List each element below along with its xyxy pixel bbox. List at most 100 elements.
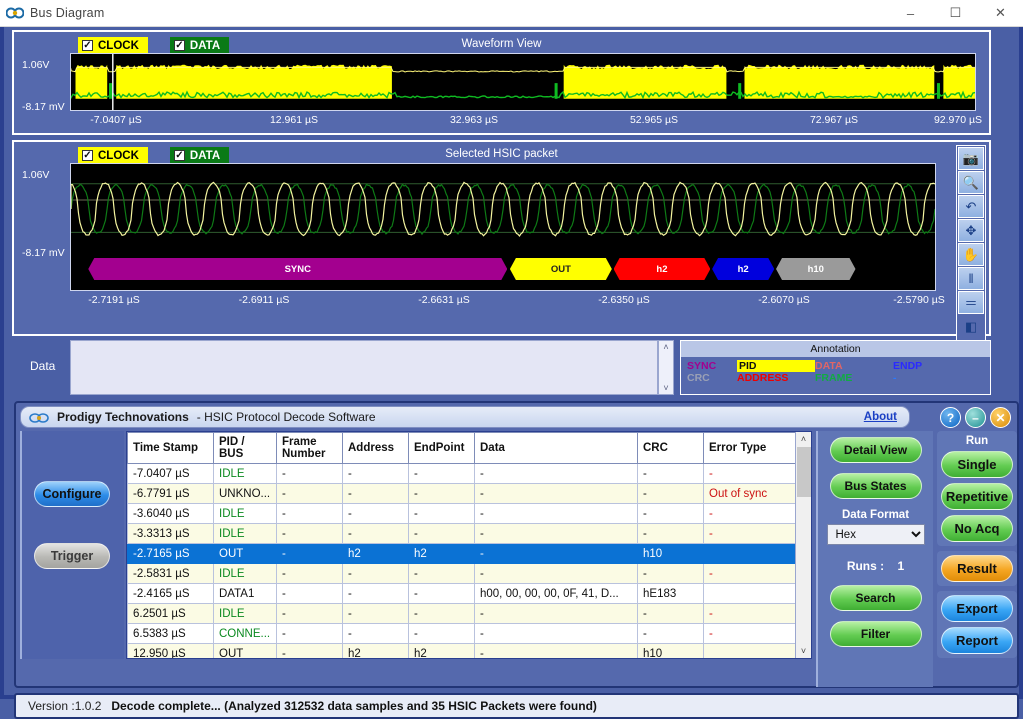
clock-channel-checkbox[interactable]: ✓ CLOCK — [78, 37, 148, 54]
packet-block-sync[interactable]: SYNC — [88, 258, 507, 280]
cell-pid-bus: IDLE — [214, 524, 277, 544]
run-group: Run Single Repetitive No Acq — [937, 431, 1017, 546]
export-button[interactable]: Export — [941, 595, 1013, 622]
cell-pid-bus: IDLE — [214, 604, 277, 624]
column-header-4[interactable]: EndPoint — [409, 433, 475, 464]
table-row[interactable]: -7.0407 µSIDLE------ — [128, 464, 797, 484]
table-row[interactable]: 6.2501 µSIDLE------ — [128, 604, 797, 624]
middle-control-column: Detail View Bus States Data Format Hex R… — [816, 431, 933, 687]
no-acq-button[interactable]: No Acq — [941, 515, 1013, 542]
cell-address: h2 — [343, 544, 409, 564]
table-row[interactable]: -2.7165 µSOUT-h2h2-h10 — [128, 544, 797, 564]
configure-button[interactable]: Configure — [34, 481, 110, 507]
data-scroll-up-arrow[interactable]: ˄ — [663, 341, 668, 353]
packet-block-out[interactable]: OUT — [510, 258, 612, 280]
trigger-button[interactable]: Trigger — [34, 543, 110, 569]
cell-crc: - — [638, 504, 704, 524]
cell-time-stamp: -2.4165 µS — [128, 584, 214, 604]
detail-view-button[interactable]: Detail View — [830, 437, 922, 463]
column-header-1[interactable]: PID / BUS — [214, 433, 277, 464]
cell-error-type: - — [704, 524, 797, 544]
table-row[interactable]: -3.3313 µSIDLE------ — [128, 524, 797, 544]
clock-checkbox-mark[interactable]: ✓ — [82, 40, 93, 51]
data-field-value[interactable] — [70, 340, 658, 395]
cell-address: - — [343, 604, 409, 624]
packet-annotation-row: SYNCOUTh2h2h10 — [71, 258, 935, 282]
repetitive-run-button[interactable]: Repetitive — [941, 483, 1013, 510]
help-button[interactable]: ? — [940, 407, 961, 428]
waveform-plot[interactable] — [70, 53, 976, 111]
legend-data: DATA — [815, 360, 893, 372]
packet-table: Time StampPID / BUSFrame NumberAddressEn… — [127, 432, 797, 659]
zoom-icon[interactable]: 🔍 — [958, 171, 984, 194]
table-header-row: Time StampPID / BUSFrame NumberAddressEn… — [128, 433, 797, 464]
column-header-6[interactable]: CRC — [638, 433, 704, 464]
runs-label: Runs : — [847, 559, 884, 573]
camera-icon[interactable]: 📷 — [958, 147, 984, 170]
table-scroll-thumb[interactable] — [797, 447, 811, 497]
packet-block-h10[interactable]: h10 — [776, 258, 855, 280]
data-format-select[interactable]: Hex — [827, 524, 925, 545]
selected-clock-checkbox-mark[interactable]: ✓ — [82, 150, 93, 161]
table-row[interactable]: 12.950 µSOUT-h2h2-h10 — [128, 644, 797, 660]
selected-packet-plot[interactable]: SYNCOUTh2h2h10 — [70, 163, 936, 291]
decode-minimize-button[interactable]: – — [965, 407, 986, 428]
close-button[interactable]: ✕ — [978, 0, 1023, 27]
data-scroll-down-arrow[interactable]: ˅ — [663, 382, 668, 394]
table-row[interactable]: -6.7791 µSUNKNO...-----Out of sync — [128, 484, 797, 504]
cell-frame-number: - — [277, 464, 343, 484]
legend-crc: CRC — [687, 372, 737, 384]
data-channel-checkbox[interactable]: ✓ DATA — [170, 37, 229, 54]
cell-address: - — [343, 564, 409, 584]
packet-table-container[interactable]: Time StampPID / BUSFrame NumberAddressEn… — [126, 431, 812, 659]
cell-time-stamp: -2.5831 µS — [128, 564, 214, 584]
cell-data: - — [475, 644, 638, 660]
palette-icon[interactable]: ◧ — [958, 315, 984, 338]
waveform-view-panel: ✓ CLOCK ✓ DATA Waveform View 1.06V -8.17… — [12, 30, 991, 135]
cell-error-type — [704, 544, 797, 564]
column-header-5[interactable]: Data — [475, 433, 638, 464]
table-row[interactable]: -2.5831 µSIDLE------ — [128, 564, 797, 584]
plot-toolbar: 📷🔍↶✥✋‖＝◧ — [956, 145, 986, 341]
selected-data-checkbox-mark[interactable]: ✓ — [174, 150, 185, 161]
column-header-7[interactable]: Error Type — [704, 433, 797, 464]
packet-block-h2[interactable]: h2 — [614, 258, 711, 280]
single-run-button[interactable]: Single — [941, 451, 1013, 478]
result-button[interactable]: Result — [941, 555, 1013, 582]
column-header-0[interactable]: Time Stamp — [128, 433, 214, 464]
packet-block-h2[interactable]: h2 — [712, 258, 774, 280]
search-button[interactable]: Search — [830, 585, 922, 611]
table-scroll-up-arrow[interactable]: ˄ — [801, 432, 806, 446]
table-row[interactable]: 6.5383 µSCONNE...------ — [128, 624, 797, 644]
data-annotation-row: Data ˄ ˅ Annotation SYNC PID DATA ENDP C… — [12, 340, 991, 395]
run-group-label: Run — [937, 435, 1017, 447]
selected-data-checkbox[interactable]: ✓ DATA — [170, 147, 229, 164]
about-link[interactable]: About — [864, 411, 897, 423]
cell-time-stamp: 12.950 µS — [128, 644, 214, 660]
table-row[interactable]: -3.6040 µSIDLE------ — [128, 504, 797, 524]
table-row[interactable]: -2.4165 µSDATA1---h00, 00, 00, 00, 0F, 4… — [128, 584, 797, 604]
column-header-2[interactable]: Frame Number — [277, 433, 343, 464]
maximize-button[interactable]: ☐ — [933, 0, 978, 27]
hand-icon[interactable]: ✋ — [958, 243, 984, 266]
report-button[interactable]: Report — [941, 627, 1013, 654]
cell-endpoint: - — [409, 624, 475, 644]
table-scroll-down-arrow[interactable]: ˅ — [801, 644, 806, 658]
cell-address: - — [343, 584, 409, 604]
cell-endpoint: h2 — [409, 544, 475, 564]
pause-icon[interactable]: ‖ — [958, 267, 984, 290]
bus-states-button[interactable]: Bus States — [830, 473, 922, 499]
move-icon[interactable]: ✥ — [958, 219, 984, 242]
data-field-scrollbar[interactable]: ˄ ˅ — [658, 340, 674, 395]
cell-endpoint: - — [409, 524, 475, 544]
undo-icon[interactable]: ↶ — [958, 195, 984, 218]
cell-crc: - — [638, 604, 704, 624]
decode-close-button[interactable]: ✕ — [990, 407, 1011, 428]
data-checkbox-mark[interactable]: ✓ — [174, 40, 185, 51]
minimize-button[interactable]: – — [888, 0, 933, 27]
table-scrollbar[interactable]: ˄ ˅ — [795, 432, 811, 658]
status-message: Decode complete... (Analyzed 312532 data… — [111, 699, 597, 713]
selected-clock-checkbox[interactable]: ✓ CLOCK — [78, 147, 148, 164]
filter-button[interactable]: Filter — [830, 621, 922, 647]
column-header-3[interactable]: Address — [343, 433, 409, 464]
